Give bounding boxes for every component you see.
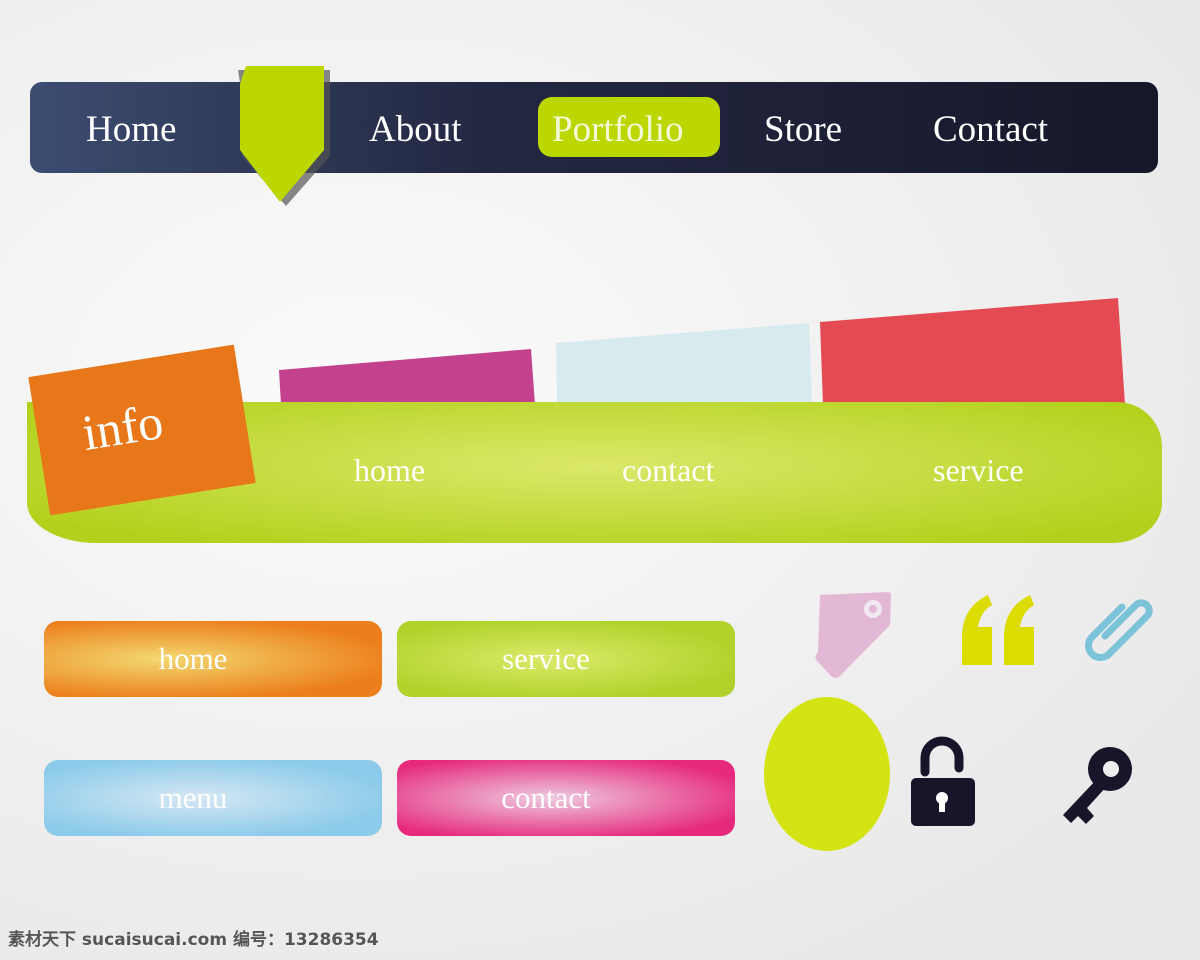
quote-icon <box>962 595 1034 665</box>
tab-magenta <box>279 349 535 405</box>
icon-set <box>764 592 1153 851</box>
key-icon <box>1063 747 1132 824</box>
watermark: 素材天下 sucaisucai.com 编号：13286354 <box>8 930 379 950</box>
bar-link-contact[interactable]: contact <box>622 452 714 489</box>
tab-lightblue <box>556 323 812 405</box>
bar-link-home[interactable]: home <box>354 452 425 489</box>
contact-button[interactable]: contact <box>397 760 735 836</box>
nav-store[interactable]: Store <box>764 108 842 151</box>
paperclip-icon <box>1085 599 1153 661</box>
info-label: info <box>78 393 167 461</box>
circle-shape <box>764 697 890 851</box>
nav-about[interactable]: About <box>369 108 462 151</box>
nav-contact[interactable]: Contact <box>933 108 1048 151</box>
nav-portfolio[interactable]: Portfolio <box>552 108 684 151</box>
unlock-icon <box>911 736 975 826</box>
tag-icon <box>815 592 892 678</box>
bar-link-service[interactable]: service <box>933 452 1024 489</box>
pointer-marker <box>238 66 330 206</box>
menu-button[interactable]: menu <box>44 760 382 836</box>
home-button[interactable]: home <box>44 621 382 697</box>
service-button[interactable]: service <box>397 621 735 697</box>
tab-red <box>820 298 1125 405</box>
nav-home[interactable]: Home <box>86 108 176 151</box>
